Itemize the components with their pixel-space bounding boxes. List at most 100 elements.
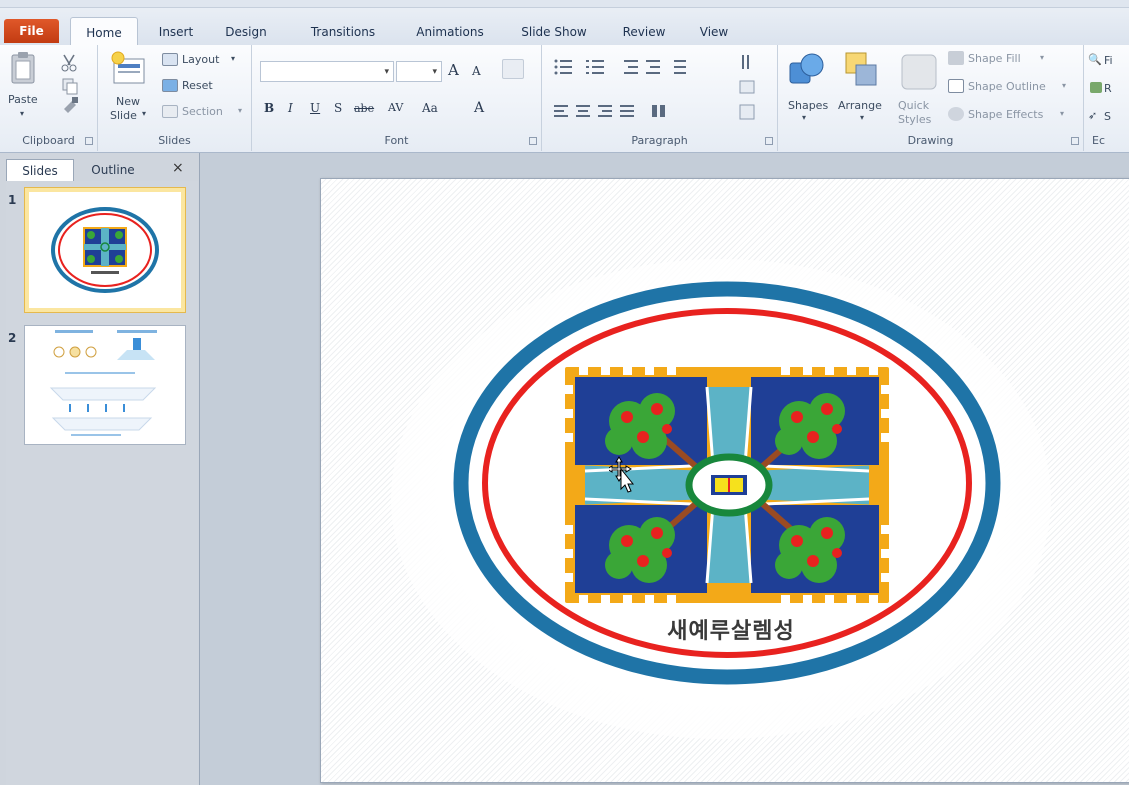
numbering-icon[interactable] bbox=[586, 60, 604, 74]
shape-outline-button[interactable]: Shape Outline ▾ bbox=[946, 77, 1078, 97]
align-text-icon[interactable] bbox=[739, 80, 755, 94]
tab-insert[interactable]: Insert bbox=[148, 18, 204, 46]
drawing-dialog-launcher[interactable] bbox=[1071, 137, 1079, 145]
replace-button[interactable]: R bbox=[1088, 79, 1128, 97]
align-left-icon[interactable] bbox=[554, 105, 568, 117]
reset-button[interactable]: Reset bbox=[160, 77, 248, 97]
format-painter-icon[interactable] bbox=[64, 97, 78, 113]
editing-group-label: Ec bbox=[1092, 134, 1105, 147]
align-center-icon[interactable] bbox=[576, 105, 590, 117]
cut-icon[interactable] bbox=[61, 54, 77, 72]
new-slide-button[interactable]: New Slide ▾ bbox=[106, 49, 152, 129]
slide-thumbnail-2[interactable] bbox=[24, 325, 186, 445]
section-label: Section bbox=[182, 105, 223, 118]
slides-group-label: Slides bbox=[158, 134, 191, 147]
shape-fill-label: Shape Fill bbox=[968, 52, 1021, 65]
reset-label: Reset bbox=[182, 79, 213, 92]
shape-effects-label: Shape Effects bbox=[968, 108, 1044, 121]
font-group: ▾ ▾ A A B I U S abe AV Aa A Font bbox=[252, 45, 542, 151]
new-slide-dropdown-icon: ▾ bbox=[142, 109, 147, 118]
layout-button[interactable]: Layout ▾ bbox=[160, 51, 248, 71]
thumb-2-number: 2 bbox=[8, 331, 17, 345]
character-spacing-button[interactable]: AV bbox=[388, 101, 403, 114]
change-case-button[interactable]: Aa bbox=[422, 101, 438, 115]
find-button[interactable]: 🔍 Fi bbox=[1088, 51, 1128, 69]
new-slide-label-line1: New bbox=[116, 95, 140, 108]
justify-icon[interactable] bbox=[620, 105, 634, 117]
shape-fill-button[interactable]: Shape Fill ▾ bbox=[946, 49, 1078, 69]
tab-outline-pane[interactable]: Outline bbox=[80, 159, 146, 181]
strikethrough-button[interactable]: abe bbox=[354, 102, 374, 115]
decrease-indent-icon[interactable] bbox=[624, 60, 638, 74]
layout-icon bbox=[162, 53, 178, 66]
slide-editing-area: 새예루살렘성 bbox=[200, 153, 1129, 785]
slide-thumbnail-1-preview bbox=[29, 192, 181, 308]
section-button[interactable]: Section ▾ bbox=[160, 103, 248, 123]
paste-dropdown-icon: ▾ bbox=[20, 109, 25, 118]
select-button[interactable]: ➶ S bbox=[1088, 107, 1128, 125]
text-direction-icon[interactable] bbox=[742, 55, 749, 69]
slide-thumbnails-list: 1 2 bbox=[6, 181, 198, 785]
shape-effects-button[interactable]: Shape Effects ▾ bbox=[946, 105, 1078, 125]
powerpoint-window: File Home Insert Design Transitions Anim… bbox=[0, 0, 1129, 785]
shapes-label: Shapes bbox=[788, 99, 829, 112]
shape-outline-label: Shape Outline bbox=[968, 80, 1046, 93]
tab-review[interactable]: Review bbox=[616, 18, 672, 46]
increase-indent-icon[interactable] bbox=[646, 60, 660, 74]
layout-label: Layout bbox=[182, 53, 220, 66]
italic-button[interactable]: I bbox=[288, 101, 293, 115]
copy-icon[interactable] bbox=[62, 78, 78, 95]
tab-slide-show[interactable]: Slide Show bbox=[512, 18, 596, 46]
shadow-button[interactable]: S bbox=[334, 101, 342, 115]
clipboard-small-icons bbox=[61, 54, 78, 113]
clear-formatting-icon[interactable] bbox=[502, 59, 524, 79]
paragraph-dialog-launcher[interactable] bbox=[765, 137, 773, 145]
paste-label: Paste bbox=[8, 93, 38, 106]
clipboard-dialog-launcher[interactable] bbox=[85, 137, 93, 145]
columns-icon[interactable] bbox=[652, 105, 665, 117]
tab-slides-pane[interactable]: Slides bbox=[6, 159, 74, 181]
slide-thumbnail-1[interactable] bbox=[24, 187, 186, 313]
ribbon-tab-row: File Home Insert Design Transitions Anim… bbox=[0, 8, 1129, 47]
tab-file[interactable]: File bbox=[4, 19, 59, 43]
line-spacing-icon[interactable] bbox=[674, 60, 686, 74]
font-family-select[interactable]: ▾ bbox=[260, 61, 394, 82]
font-dialog-launcher[interactable] bbox=[529, 137, 537, 145]
tab-view[interactable]: View bbox=[688, 18, 740, 46]
paragraph-buttons bbox=[554, 55, 755, 120]
emblem-caption: 새예루살렘성 bbox=[667, 619, 795, 644]
layout-dropdown-icon: ▾ bbox=[231, 54, 236, 63]
select-cursor-icon: ➶ bbox=[1088, 109, 1098, 122]
clipboard-group-label: Clipboard bbox=[22, 134, 75, 147]
shape-fill-dropdown-icon: ▾ bbox=[1040, 53, 1045, 62]
font-size-select[interactable]: ▾ bbox=[396, 61, 442, 82]
paragraph-group-label: Paragraph bbox=[631, 134, 688, 147]
bullets-icon[interactable] bbox=[554, 59, 573, 75]
shape-effects-dropdown-icon: ▾ bbox=[1060, 109, 1065, 118]
font-color-button[interactable]: A bbox=[474, 100, 484, 116]
quick-styles-icon bbox=[901, 54, 937, 90]
grow-font-button[interactable]: A bbox=[448, 61, 459, 79]
paste-button[interactable]: Paste ▾ bbox=[4, 49, 44, 127]
font-group-label: Font bbox=[384, 134, 409, 147]
bold-button[interactable]: B bbox=[264, 101, 274, 115]
shrink-font-button[interactable]: A bbox=[472, 64, 481, 78]
arrange-button[interactable]: Arrange ▾ bbox=[834, 49, 892, 127]
thumb-1-number: 1 bbox=[8, 193, 17, 207]
shapes-button[interactable]: Shapes ▾ bbox=[784, 49, 828, 127]
arrange-dropdown-icon: ▾ bbox=[860, 113, 865, 122]
quick-styles-button[interactable]: Quick Styles bbox=[896, 49, 942, 133]
drawing-group: Shapes ▾ Arrange ▾ Quick Styles Shape Fi… bbox=[778, 45, 1084, 151]
tab-design[interactable]: Design bbox=[218, 18, 274, 46]
tab-transitions[interactable]: Transitions bbox=[296, 18, 390, 46]
tab-animations[interactable]: Animations bbox=[404, 18, 496, 46]
align-right-icon[interactable] bbox=[598, 105, 612, 117]
slide-canvas[interactable]: 새예루살렘성 bbox=[320, 178, 1129, 783]
tab-home[interactable]: Home bbox=[70, 17, 138, 47]
smartart-icon[interactable] bbox=[739, 104, 755, 120]
close-pane-icon[interactable]: × bbox=[172, 160, 184, 176]
quick-styles-label-line2: Styles bbox=[898, 113, 932, 126]
underline-button[interactable]: U bbox=[310, 101, 320, 115]
new-slide-label-line2: Slide bbox=[110, 109, 137, 122]
shape-outline-icon bbox=[948, 79, 964, 93]
